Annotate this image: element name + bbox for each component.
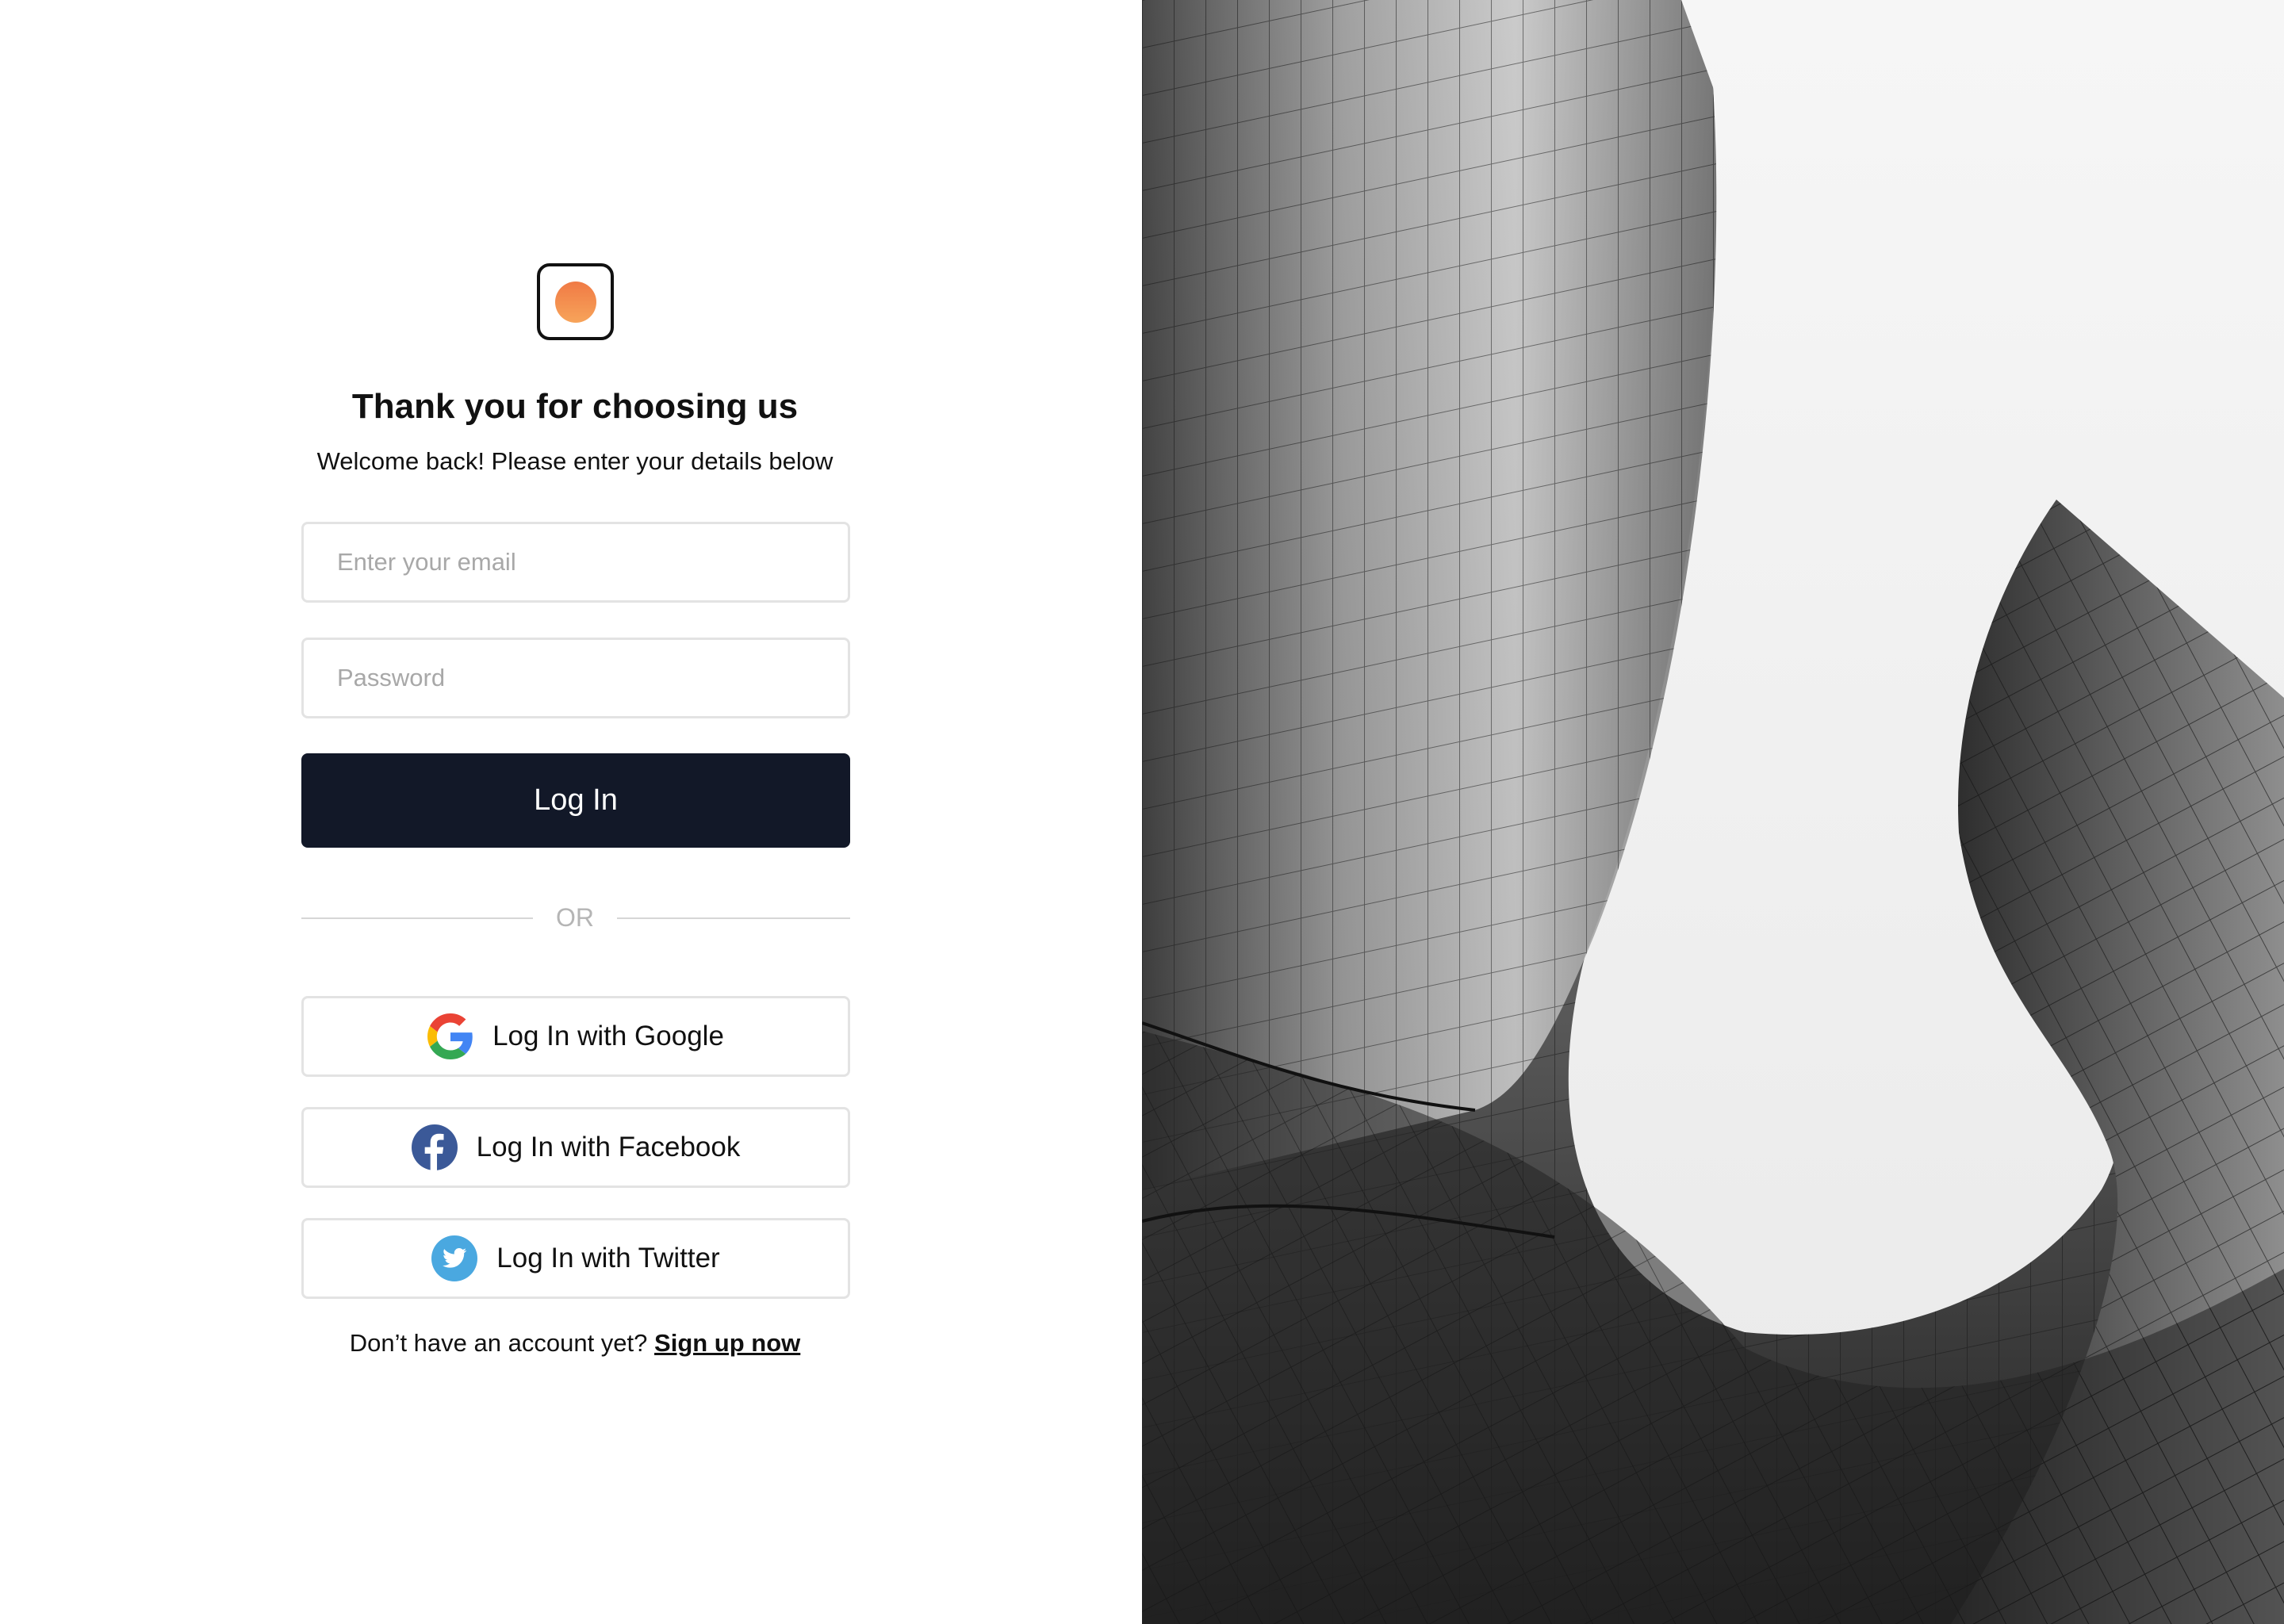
- google-login-button[interactable]: Log In with Google: [301, 996, 850, 1077]
- page-title: Thank you for choosing us: [351, 387, 799, 426]
- hero-image: [1142, 0, 2284, 1624]
- signup-prompt-text: Don’t have an account yet?: [349, 1329, 648, 1357]
- divider-line-left: [301, 917, 533, 919]
- twitter-login-button[interactable]: Log In with Twitter: [301, 1218, 850, 1299]
- google-login-label: Log In with Google: [492, 1021, 724, 1051]
- signup-link[interactable]: Sign up now: [654, 1329, 800, 1357]
- signup-prompt: Don’t have an account yet? Sign up now: [301, 1326, 849, 1361]
- page-subtitle: Welcome back! Please enter your details …: [316, 447, 834, 475]
- facebook-icon: [411, 1124, 458, 1170]
- password-input[interactable]: [301, 638, 850, 718]
- login-panel: Thank you for choosing us Welcome back! …: [0, 0, 1142, 1624]
- google-icon: [427, 1013, 473, 1059]
- login-button-label: Log In: [534, 783, 618, 817]
- facebook-login-label: Log In with Facebook: [476, 1132, 741, 1162]
- divider-line-right: [617, 917, 850, 919]
- logo-dot: [554, 281, 596, 323]
- login-button[interactable]: Log In: [301, 753, 850, 848]
- twitter-icon: [431, 1235, 478, 1281]
- email-input[interactable]: [301, 522, 850, 603]
- architecture-photo: [1142, 0, 2284, 1624]
- divider-label: OR: [556, 903, 594, 932]
- logo-icon: [537, 263, 614, 340]
- facebook-login-button[interactable]: Log In with Facebook: [301, 1107, 850, 1188]
- twitter-login-label: Log In with Twitter: [496, 1243, 720, 1274]
